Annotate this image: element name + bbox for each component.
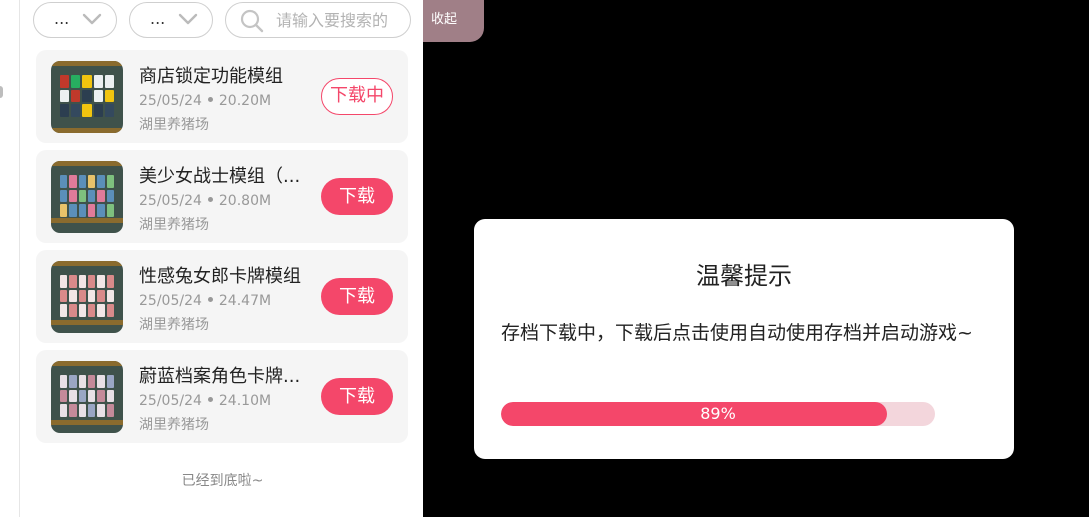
download-button[interactable]: 下载 xyxy=(321,378,393,415)
chevron-down-icon xyxy=(82,13,102,25)
filter-dropdown-2-label: ... xyxy=(150,9,166,28)
search-icon xyxy=(240,9,264,33)
mod-title: 美少女战士模组（... xyxy=(139,166,301,187)
panel-divider xyxy=(19,0,20,517)
collapse-button[interactable]: 收起 xyxy=(423,0,484,42)
mod-title: 蔚蓝档案角色卡牌... xyxy=(139,366,301,387)
download-button[interactable]: 下载 xyxy=(321,178,393,215)
mod-date: 25/05/24 xyxy=(139,393,202,409)
mod-meta: 25/05/24 20.80M xyxy=(139,193,271,209)
mod-title: 商店锁定功能模组 xyxy=(139,66,283,87)
edge-handle xyxy=(0,86,3,98)
mod-card[interactable]: 蔚蓝档案角色卡牌... 25/05/24 24.10M 湖里养猪场 下载 xyxy=(36,350,408,443)
search-input[interactable] xyxy=(276,7,406,33)
mod-date: 25/05/24 xyxy=(139,193,202,209)
mod-meta: 25/05/24 20.20M xyxy=(139,93,271,109)
mod-size: 24.47M xyxy=(218,293,272,309)
mod-author: 湖里养猪场 xyxy=(139,117,209,133)
mod-thumbnail xyxy=(51,61,123,133)
mod-thumbnail xyxy=(51,161,123,233)
mod-meta: 25/05/24 24.47M xyxy=(139,293,271,309)
search-box[interactable] xyxy=(225,2,411,38)
mod-list-panel: ... ... 商店锁定功能模组 25/05/24 20.20M xyxy=(0,0,423,517)
filter-dropdown-2[interactable]: ... xyxy=(129,2,213,38)
mod-title: 性感兔女郎卡牌模组 xyxy=(139,266,301,287)
mod-size: 20.20M xyxy=(218,93,272,109)
downloading-button[interactable]: 下载中 xyxy=(321,78,393,115)
progress-bar: 89% xyxy=(501,402,935,426)
mod-thumbnail xyxy=(51,261,123,333)
mod-size: 24.10M xyxy=(218,393,272,409)
list-end-text: 已经到底啦~ xyxy=(181,473,264,489)
mod-size: 20.80M xyxy=(218,193,272,209)
mod-card[interactable]: 商店锁定功能模组 25/05/24 20.20M 湖里养猪场 下载中 xyxy=(36,50,408,143)
chevron-down-icon xyxy=(178,13,198,25)
mod-meta: 25/05/24 24.10M xyxy=(139,393,271,409)
dialog-title: 温馨提示 xyxy=(696,262,792,290)
mod-author: 湖里养猪场 xyxy=(139,217,209,233)
download-button[interactable]: 下载 xyxy=(321,278,393,315)
screen: ... ... 商店锁定功能模组 25/05/24 20.20M xyxy=(0,0,1089,517)
mod-card[interactable]: 美少女战士模组（... 25/05/24 20.80M 湖里养猪场 下载 xyxy=(36,150,408,243)
mod-date: 25/05/24 xyxy=(139,293,202,309)
mod-card[interactable]: 性感兔女郎卡牌模组 25/05/24 24.47M 湖里养猪场 下载 xyxy=(36,250,408,343)
download-progress-dialog: 温馨提示 存档下载中，下载后点击使用自动使用存档并启动游戏~ 89% xyxy=(474,219,1014,459)
dialog-message: 存档下载中，下载后点击使用自动使用存档并启动游戏~ xyxy=(501,322,973,344)
mod-thumbnail xyxy=(51,361,123,433)
filter-dropdown-1[interactable]: ... xyxy=(33,2,117,38)
mod-date: 25/05/24 xyxy=(139,93,202,109)
mod-author: 湖里养猪场 xyxy=(139,317,209,333)
progress-label: 89% xyxy=(700,404,736,423)
filter-dropdown-1-label: ... xyxy=(54,9,70,28)
mod-author: 湖里养猪场 xyxy=(139,417,209,433)
